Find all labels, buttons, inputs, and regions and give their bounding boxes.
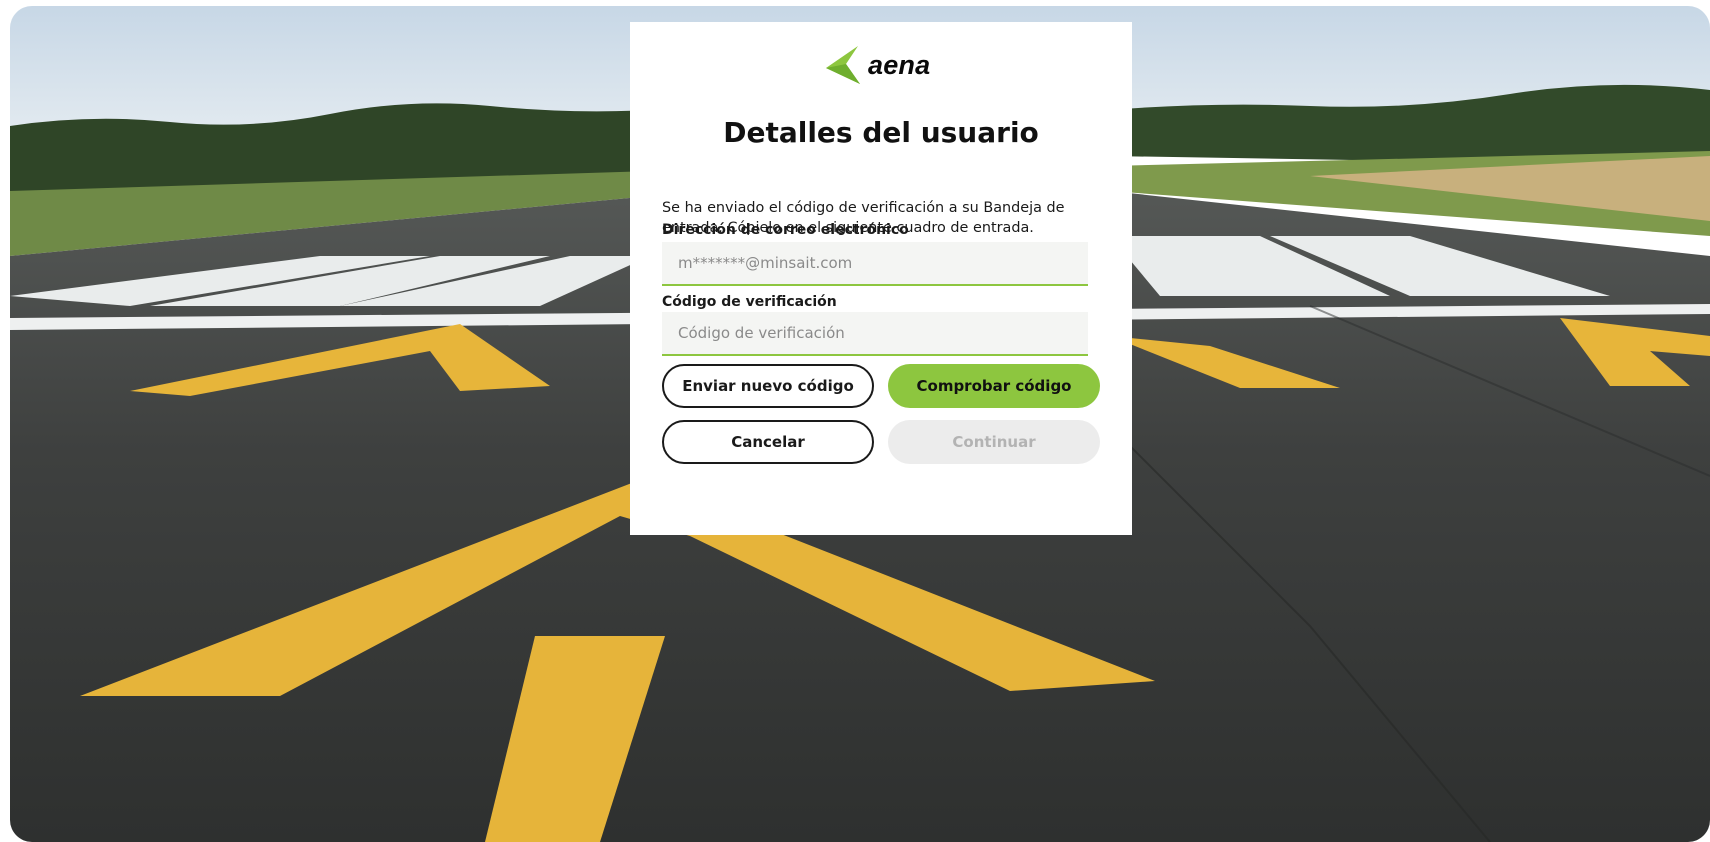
aena-logo-text: aena [868, 49, 931, 80]
cancel-button[interactable]: Cancelar [662, 420, 874, 464]
verification-card: aena Detalles del usuario Se ha enviado … [630, 22, 1132, 535]
verification-code-input[interactable] [662, 312, 1088, 356]
aena-logo: aena [820, 42, 930, 88]
page-frame: aena Detalles del usuario Se ha enviado … [10, 6, 1710, 842]
email-field[interactable] [662, 242, 1088, 286]
page-title: Detalles del usuario [723, 116, 1039, 149]
email-label: Dirección de correo electrónico [662, 222, 909, 238]
verify-code-button[interactable]: Comprobar código [888, 364, 1100, 408]
verification-code-label: Código de verificación [662, 294, 837, 310]
aena-logo-icon [826, 46, 860, 84]
continue-button[interactable]: Continuar [888, 420, 1100, 464]
send-new-code-button[interactable]: Enviar nuevo código [662, 364, 874, 408]
